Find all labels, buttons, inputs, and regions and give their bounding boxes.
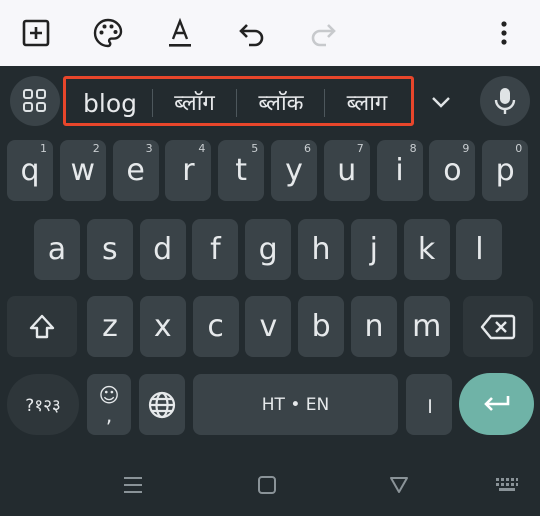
key-number-hint: 6 [304, 142, 311, 155]
text-format-icon[interactable] [160, 13, 200, 53]
add-box-icon[interactable] [16, 13, 56, 53]
key-number-hint: 5 [251, 142, 259, 155]
redo-icon [303, 13, 343, 53]
letter-key[interactable]: c [192, 296, 239, 357]
key-label: p [495, 153, 515, 188]
key-label: o [443, 153, 462, 188]
undo-icon[interactable] [232, 13, 272, 53]
letter-key[interactable]: j [350, 219, 397, 280]
globe-icon[interactable] [139, 374, 185, 435]
letter-key[interactable]: t5 [218, 140, 265, 201]
key-label: d [153, 232, 173, 267]
key-number-hint: 2 [92, 142, 100, 155]
letter-key[interactable]: b [298, 296, 345, 357]
key-label: n [364, 309, 384, 344]
enter-key[interactable] [459, 373, 534, 435]
key-number-hint: 7 [356, 142, 364, 155]
letter-key[interactable]: k [403, 219, 450, 280]
back-icon[interactable] [386, 470, 412, 500]
microphone-icon[interactable] [480, 76, 530, 126]
letter-key[interactable]: s [86, 219, 133, 280]
letter-key[interactable]: f [192, 219, 239, 280]
letter-key[interactable]: d [139, 219, 186, 280]
key-number-hint: 3 [145, 142, 153, 155]
key-number-hint: 9 [462, 142, 470, 155]
letter-key[interactable]: g [245, 219, 292, 280]
key-label: l [475, 232, 484, 267]
space-key[interactable]: HT • EN [193, 374, 398, 435]
letter-key[interactable]: r4 [165, 140, 212, 201]
key-label: v [259, 309, 278, 344]
comma-label: , [105, 402, 113, 427]
key-label: h [311, 232, 331, 267]
period-key[interactable]: । [406, 374, 452, 435]
key-label: j [369, 232, 378, 267]
key-number-hint: 8 [409, 142, 417, 155]
home-icon[interactable] [254, 470, 280, 500]
letter-key[interactable]: z [87, 296, 133, 357]
key-number-hint: 1 [40, 142, 47, 155]
shift-key[interactable] [7, 296, 77, 357]
more-vert-icon[interactable] [484, 13, 524, 53]
letter-key[interactable]: p0 [482, 140, 529, 201]
letter-key[interactable]: i8 [376, 140, 423, 201]
letter-key[interactable]: h [298, 219, 344, 280]
suggestion-item[interactable]: ब्लॉक [238, 89, 324, 119]
key-number-hint: 0 [515, 142, 523, 155]
letter-key[interactable]: o9 [429, 140, 476, 201]
key-label: s [101, 232, 118, 267]
letter-key[interactable]: n [351, 296, 397, 357]
key-label: q [20, 153, 40, 188]
key-label: b [311, 309, 331, 344]
keyboard-switch-icon[interactable] [494, 470, 520, 500]
key-label: e [126, 153, 145, 188]
key-label: r [182, 153, 195, 188]
key-label: c [207, 309, 224, 344]
emoji-icon: ☺ [98, 382, 120, 407]
key-label: y [285, 153, 303, 188]
key-label: t [235, 153, 248, 188]
suggestion-divider [152, 89, 153, 117]
suggestion-item[interactable]: ब्लाग [326, 89, 408, 119]
keyboard [0, 66, 540, 516]
recent-apps-icon[interactable] [120, 470, 146, 500]
letter-key[interactable]: x [139, 296, 186, 357]
palette-icon[interactable] [88, 13, 128, 53]
symbols-key[interactable]: ?१२३ [7, 374, 79, 435]
key-label: z [102, 309, 118, 344]
letter-key[interactable]: m [403, 296, 450, 357]
letter-key[interactable]: v [245, 296, 292, 357]
key-number-hint: 4 [198, 142, 206, 155]
letter-key[interactable]: w2 [59, 140, 106, 201]
letter-key[interactable]: u7 [323, 140, 370, 201]
suggestion-item[interactable]: ब्लॉग [154, 89, 235, 119]
suggestion-strip: blog ब्लॉग ब्लॉक ब्लाग [63, 76, 414, 126]
key-label: k [417, 232, 436, 267]
key-label: a [47, 232, 67, 267]
key-label: f [210, 232, 221, 267]
suggestion-divider [324, 89, 325, 117]
key-label: g [258, 232, 278, 267]
key-label: u [337, 153, 357, 188]
key-label: x [153, 309, 172, 344]
editor-toolbar [0, 0, 540, 66]
letter-key[interactable]: e3 [112, 140, 159, 201]
chevron-down-icon[interactable] [428, 90, 454, 114]
suggestion-item[interactable]: blog [71, 89, 149, 119]
backspace-key[interactable] [463, 296, 533, 357]
letter-key[interactable]: q1 [7, 140, 53, 201]
letter-key[interactable]: y6 [271, 140, 317, 201]
letter-key[interactable]: l [456, 219, 503, 280]
apps-grid-icon[interactable] [10, 76, 60, 126]
emoji-comma-key[interactable]: ☺ , [87, 374, 131, 435]
key-label: m [412, 309, 442, 344]
key-label: w [70, 153, 96, 188]
key-label: i [395, 153, 404, 188]
letter-key[interactable]: a [34, 219, 80, 280]
suggestion-divider [236, 89, 237, 117]
